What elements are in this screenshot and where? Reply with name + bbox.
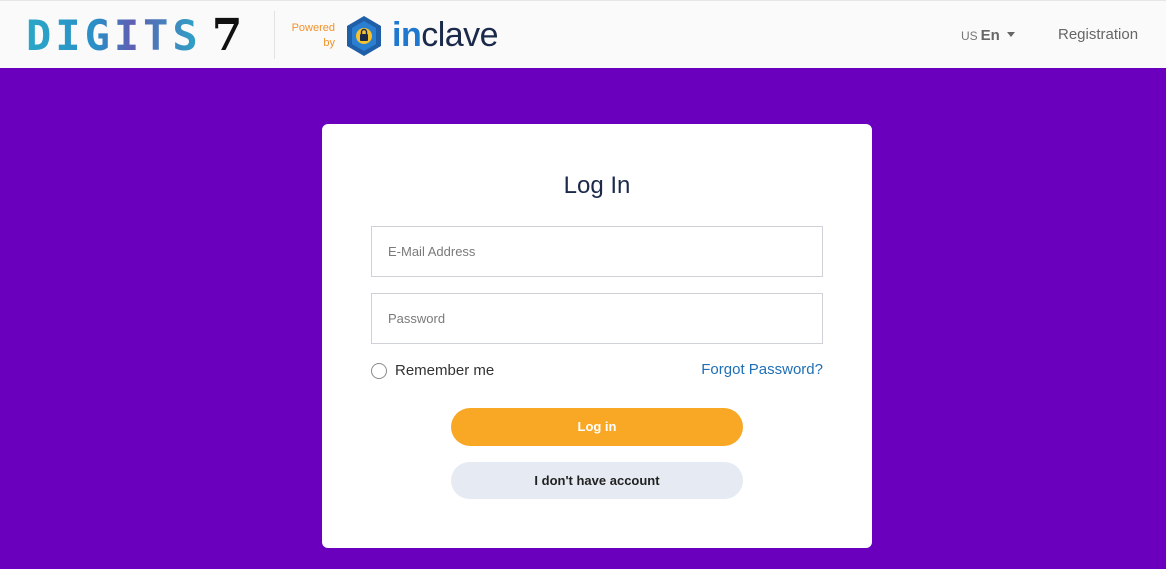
login-card: Log In Remember me Forgot Password? Log … (322, 124, 872, 548)
page-title: Log In (563, 172, 631, 199)
logo-number: 7 (211, 10, 243, 61)
password-field-wrapper (371, 293, 823, 344)
powered-line1: Powered (291, 22, 335, 34)
inclave-shield-icon (347, 16, 381, 56)
remember-me-radio[interactable] (371, 362, 387, 379)
brand-suffix: clave (421, 16, 499, 54)
chevron-down-icon (1006, 32, 1015, 37)
powered-by-text: Powered by (289, 21, 335, 51)
password-field[interactable] (372, 294, 822, 343)
us-flag-icon: US (961, 29, 978, 43)
email-field-wrapper (371, 226, 823, 277)
remember-me-option[interactable]: Remember me (371, 362, 494, 379)
forgot-password-link[interactable]: Forgot Password? (701, 361, 823, 378)
inclave-brand: inclave (392, 15, 499, 55)
brand-prefix: in (392, 16, 422, 54)
no-account-button[interactable]: I don't have account (451, 462, 743, 499)
logo-word: DIGITS (26, 11, 202, 60)
language-selector[interactable]: US En (961, 27, 1015, 44)
language-code: En (980, 27, 1000, 44)
digits7-logo[interactable]: DIGITS 7 (26, 13, 242, 59)
top-navbar: DIGITS 7 Powered by inclave US En Regist… (0, 0, 1166, 68)
email-field[interactable] (372, 227, 822, 276)
registration-link[interactable]: Registration (1058, 26, 1138, 43)
login-button[interactable]: Log in (451, 408, 743, 446)
logo-divider (274, 11, 275, 59)
remember-me-label: Remember me (395, 362, 495, 379)
powered-line2: by (323, 37, 335, 49)
